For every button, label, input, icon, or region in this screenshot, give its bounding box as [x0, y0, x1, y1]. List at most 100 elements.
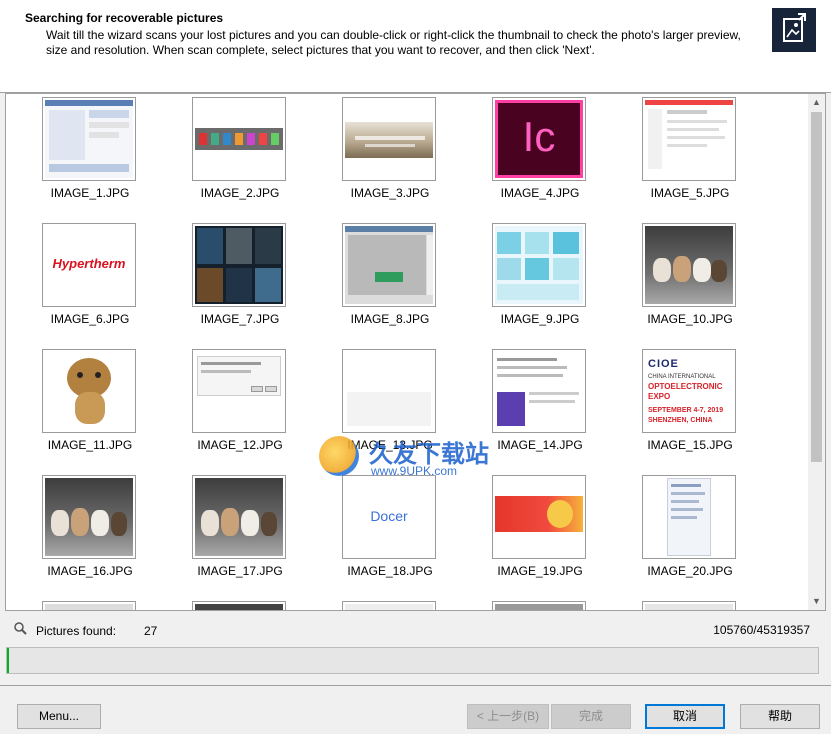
thumbnail-image[interactable] — [42, 97, 136, 181]
thumb-text-line: OPTOELECTRONIC — [648, 382, 723, 391]
thumbnail-image[interactable] — [192, 601, 286, 610]
thumbnail-image[interactable] — [642, 223, 736, 307]
thumbnail-image[interactable]: Docer — [342, 475, 436, 559]
picture-search-icon — [772, 8, 816, 52]
thumbnail-filename: IMAGE_3.JPG — [350, 186, 430, 200]
thumbnail-image[interactable] — [342, 601, 436, 610]
watermark: 久友下载站 www.9UPK.com — [311, 434, 526, 480]
thumbnail-filename: IMAGE_4.JPG — [500, 186, 580, 200]
thumbnail-item[interactable]: IMAGE_3.JPG — [306, 94, 456, 214]
finish-button[interactable]: 完成 — [551, 704, 631, 729]
thumbnail-filename: IMAGE_12.JPG — [197, 438, 283, 452]
thumbnail-filename: IMAGE_15.JPG — [647, 438, 733, 452]
thumbnail-image[interactable] — [642, 475, 736, 559]
thumbnail-item[interactable]: IMAGE_7.JPG — [156, 220, 306, 340]
thumbnail-filename: IMAGE_9.JPG — [500, 312, 580, 326]
thumbnail-item[interactable]: IMAGE_5.JPG — [606, 94, 756, 214]
pictures-found-count: 27 — [144, 624, 158, 638]
thumbnail-image[interactable]: Hypertherm — [42, 223, 136, 307]
thumbnail-filename: IMAGE_17.JPG — [197, 564, 283, 578]
thumbnail-panel[interactable]: IMAGE_1.JPG IMAGE_2.JPG IMAGE_3.JPG Ic I… — [5, 93, 826, 611]
thumbnail-item[interactable]: IMAGE_9.JPG — [456, 220, 606, 340]
thumbnail-image[interactable] — [192, 223, 286, 307]
thumbnail-item[interactable]: IMAGE_11.JPG — [6, 346, 156, 466]
thumbnail-image[interactable] — [42, 349, 136, 433]
thumbnail-filename: IMAGE_6.JPG — [50, 312, 130, 326]
thumbnail-filename: IMAGE_18.JPG — [347, 564, 433, 578]
thumbnail-filename: IMAGE_20.JPG — [647, 564, 733, 578]
thumbnail-item[interactable] — [306, 598, 456, 610]
thumbnail-grid: IMAGE_1.JPG IMAGE_2.JPG IMAGE_3.JPG Ic I… — [6, 94, 806, 610]
cancel-button[interactable]: 取消 — [645, 704, 725, 729]
thumbnail-image[interactable] — [342, 223, 436, 307]
thumbnail-image[interactable] — [642, 97, 736, 181]
thumbnail-item[interactable]: Docer IMAGE_18.JPG — [306, 472, 456, 592]
thumbnail-item[interactable] — [6, 598, 156, 610]
scroll-down-icon[interactable]: ▼ — [808, 593, 825, 610]
thumbnail-item[interactable] — [156, 598, 306, 610]
thumbnail-image[interactable] — [492, 475, 586, 559]
thumbnail-item[interactable] — [606, 598, 756, 610]
thumbnail-filename: IMAGE_5.JPG — [650, 186, 730, 200]
thumb-text-line: EXPO — [648, 392, 671, 401]
scrollbar-thumb[interactable] — [811, 112, 822, 462]
scan-progress-bar — [6, 647, 819, 674]
thumbnail-filename: IMAGE_2.JPG — [200, 186, 280, 200]
thumbnail-item[interactable]: IMAGE_12.JPG — [156, 346, 306, 466]
thumbnail-image[interactable] — [192, 349, 286, 433]
thumbnail-item[interactable]: IMAGE_20.JPG — [606, 472, 756, 592]
footer-divider — [0, 685, 831, 686]
thumbnail-image[interactable] — [492, 223, 586, 307]
thumb-logo-text: CIOE — [648, 358, 679, 370]
menu-button[interactable]: Menu... — [17, 704, 101, 729]
thumb-text-line: SHENZHEN, CHINA — [648, 417, 713, 424]
thumbnail-item[interactable]: Ic IMAGE_4.JPG — [456, 94, 606, 214]
thumbnail-item[interactable]: CIOE CHINA INTERNATIONAL OPTOELECTRONIC … — [606, 346, 756, 466]
thumb-text-line: CHINA INTERNATIONAL — [648, 374, 716, 380]
progress-fill — [7, 648, 9, 673]
watermark-url: www.9UPK.com — [371, 464, 458, 478]
thumbnail-filename: IMAGE_11.JPG — [47, 438, 133, 452]
thumbnail-filename: IMAGE_8.JPG — [350, 312, 430, 326]
thumbnail-filename: IMAGE_19.JPG — [497, 564, 583, 578]
thumb-text-line: SEPTEMBER 4-7, 2019 — [648, 407, 724, 414]
scroll-up-icon[interactable]: ▲ — [808, 94, 825, 111]
thumbnail-item[interactable]: IMAGE_17.JPG — [156, 472, 306, 592]
thumbnail-image[interactable] — [492, 601, 586, 610]
thumbnail-item[interactable]: Hypertherm IMAGE_6.JPG — [6, 220, 156, 340]
thumbnail-image[interactable]: CIOE CHINA INTERNATIONAL OPTOELECTRONIC … — [642, 349, 736, 433]
thumbnail-filename: IMAGE_16.JPG — [47, 564, 133, 578]
thumbnail-item[interactable] — [456, 598, 606, 610]
thumbnail-item[interactable]: IMAGE_1.JPG — [6, 94, 156, 214]
thumbnail-image[interactable]: Ic — [492, 97, 586, 181]
thumbnail-image[interactable] — [342, 97, 436, 181]
thumbnail-filename: IMAGE_1.JPG — [50, 186, 130, 200]
help-button[interactable]: 帮助 — [740, 704, 820, 729]
thumb-logo-text: Docer — [370, 508, 408, 524]
thumbnail-image[interactable] — [42, 475, 136, 559]
scan-status-bar: Pictures found: 27 105760/45319357 — [0, 614, 831, 642]
thumbnail-image[interactable] — [42, 601, 136, 610]
magnifier-icon — [13, 621, 27, 635]
thumbnail-item[interactable]: IMAGE_8.JPG — [306, 220, 456, 340]
thumbnail-filename: IMAGE_7.JPG — [200, 312, 280, 326]
thumbnail-item[interactable]: IMAGE_19.JPG — [456, 472, 606, 592]
thumbnail-scrollbar[interactable]: ▲ ▼ — [808, 94, 825, 610]
scan-progress-text: 105760/45319357 — [713, 623, 810, 637]
thumbnail-filename: IMAGE_10.JPG — [647, 312, 733, 326]
thumbnail-image[interactable] — [342, 349, 436, 433]
thumbnail-item[interactable]: IMAGE_2.JPG — [156, 94, 306, 214]
back-button[interactable]: < 上一步(B) — [467, 704, 549, 729]
thumbnail-image[interactable] — [642, 601, 736, 610]
page-title: Searching for recoverable pictures — [25, 11, 224, 25]
thumb-logo-text: Hypertherm — [52, 256, 126, 271]
thumbnail-image[interactable] — [192, 97, 286, 181]
pictures-found-label: Pictures found: — [36, 624, 117, 638]
thumbnail-item[interactable]: IMAGE_10.JPG — [606, 220, 756, 340]
watermark-logo-icon — [319, 436, 359, 476]
thumbnail-image[interactable] — [492, 349, 586, 433]
wizard-header: Searching for recoverable pictures Wait … — [0, 0, 831, 93]
thumb-logo-text: Ic — [522, 113, 556, 160]
thumbnail-image[interactable] — [192, 475, 286, 559]
thumbnail-item[interactable]: IMAGE_16.JPG — [6, 472, 156, 592]
